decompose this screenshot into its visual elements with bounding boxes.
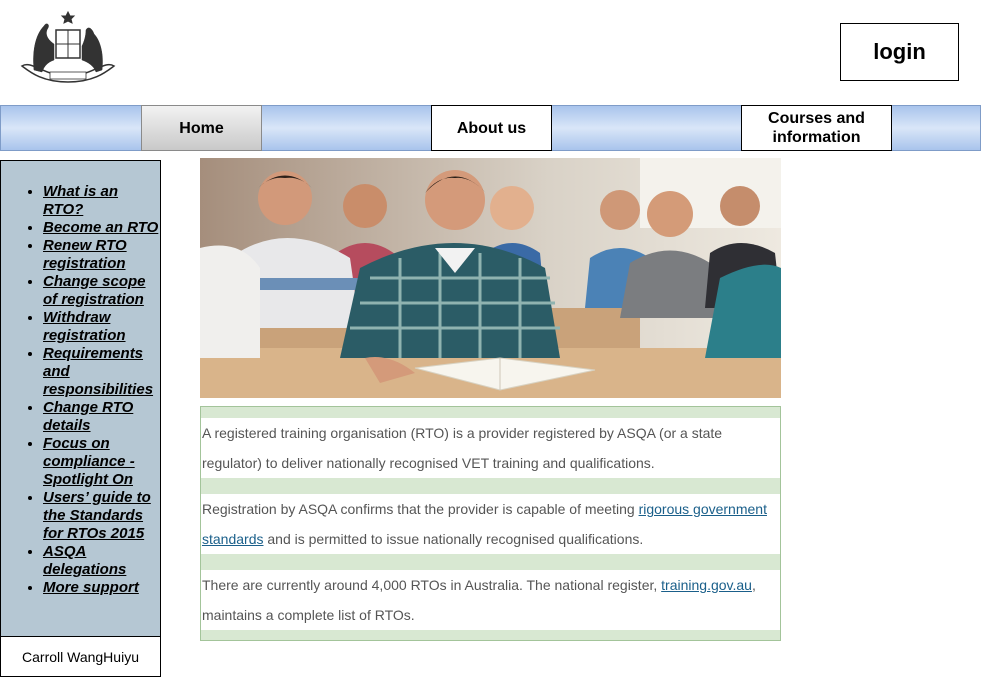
sidebar-item-change-details[interactable]: Change RTO details xyxy=(43,399,160,435)
intro-text-1: A registered training organisation (RTO)… xyxy=(202,425,723,471)
students-classroom-photo xyxy=(200,158,781,398)
intro-paragraph-2: Registration by ASQA confirms that the p… xyxy=(201,494,780,554)
sidebar-item-more-support[interactable]: More support xyxy=(43,579,160,597)
nav-home[interactable]: Home xyxy=(141,105,262,151)
sidebar-item-withdraw-registration[interactable]: Withdraw registration xyxy=(43,309,160,345)
coat-of-arms-icon xyxy=(20,10,116,83)
intro-text-2a: Registration by ASQA confirms that the p… xyxy=(202,501,639,517)
hero-image xyxy=(200,158,781,398)
nav-courses-and-information[interactable]: Courses and information xyxy=(741,105,892,151)
login-button[interactable]: login xyxy=(840,23,959,81)
sidebar-item-what-is-rto[interactable]: What is an RTO? xyxy=(43,183,160,219)
intro-text-3a: There are currently around 4,000 RTOs in… xyxy=(202,577,662,593)
sidebar-item-asqa-delegations[interactable]: ASQA delegations xyxy=(43,543,160,579)
intro-paragraph-1: A registered training organisation (RTO)… xyxy=(201,418,780,478)
sidebar-menu: What is an RTO? Become an RTO Renew RTO … xyxy=(1,161,160,597)
intro-content: A registered training organisation (RTO)… xyxy=(200,406,781,641)
sidebar-item-become-rto[interactable]: Become an RTO xyxy=(43,219,160,237)
nav-about-us[interactable]: About us xyxy=(431,105,552,151)
intro-paragraph-3: There are currently around 4,000 RTOs in… xyxy=(201,570,780,630)
sidebar-item-users-guide[interactable]: Users’ guide to the Standards for RTOs 2… xyxy=(43,489,160,543)
intro-text-2b: and is permitted to issue nationally rec… xyxy=(263,531,644,547)
sidebar: What is an RTO? Become an RTO Renew RTO … xyxy=(0,160,161,637)
sidebar-item-requirements[interactable]: Requirements and responsibilities xyxy=(43,345,160,399)
sidebar-item-renew-registration[interactable]: Renew RTO registration xyxy=(43,237,160,273)
main-navigation: Home About us Courses and information xyxy=(0,105,981,151)
training-gov-link[interactable]: training.gov.au xyxy=(661,577,752,593)
author-credit: Carroll WangHuiyu xyxy=(0,636,161,677)
coat-of-arms-logo[interactable] xyxy=(14,10,122,88)
sidebar-item-change-scope[interactable]: Change scope of registration xyxy=(43,273,160,309)
sidebar-item-focus-compliance[interactable]: Focus on compliance - Spotlight On xyxy=(43,435,160,489)
